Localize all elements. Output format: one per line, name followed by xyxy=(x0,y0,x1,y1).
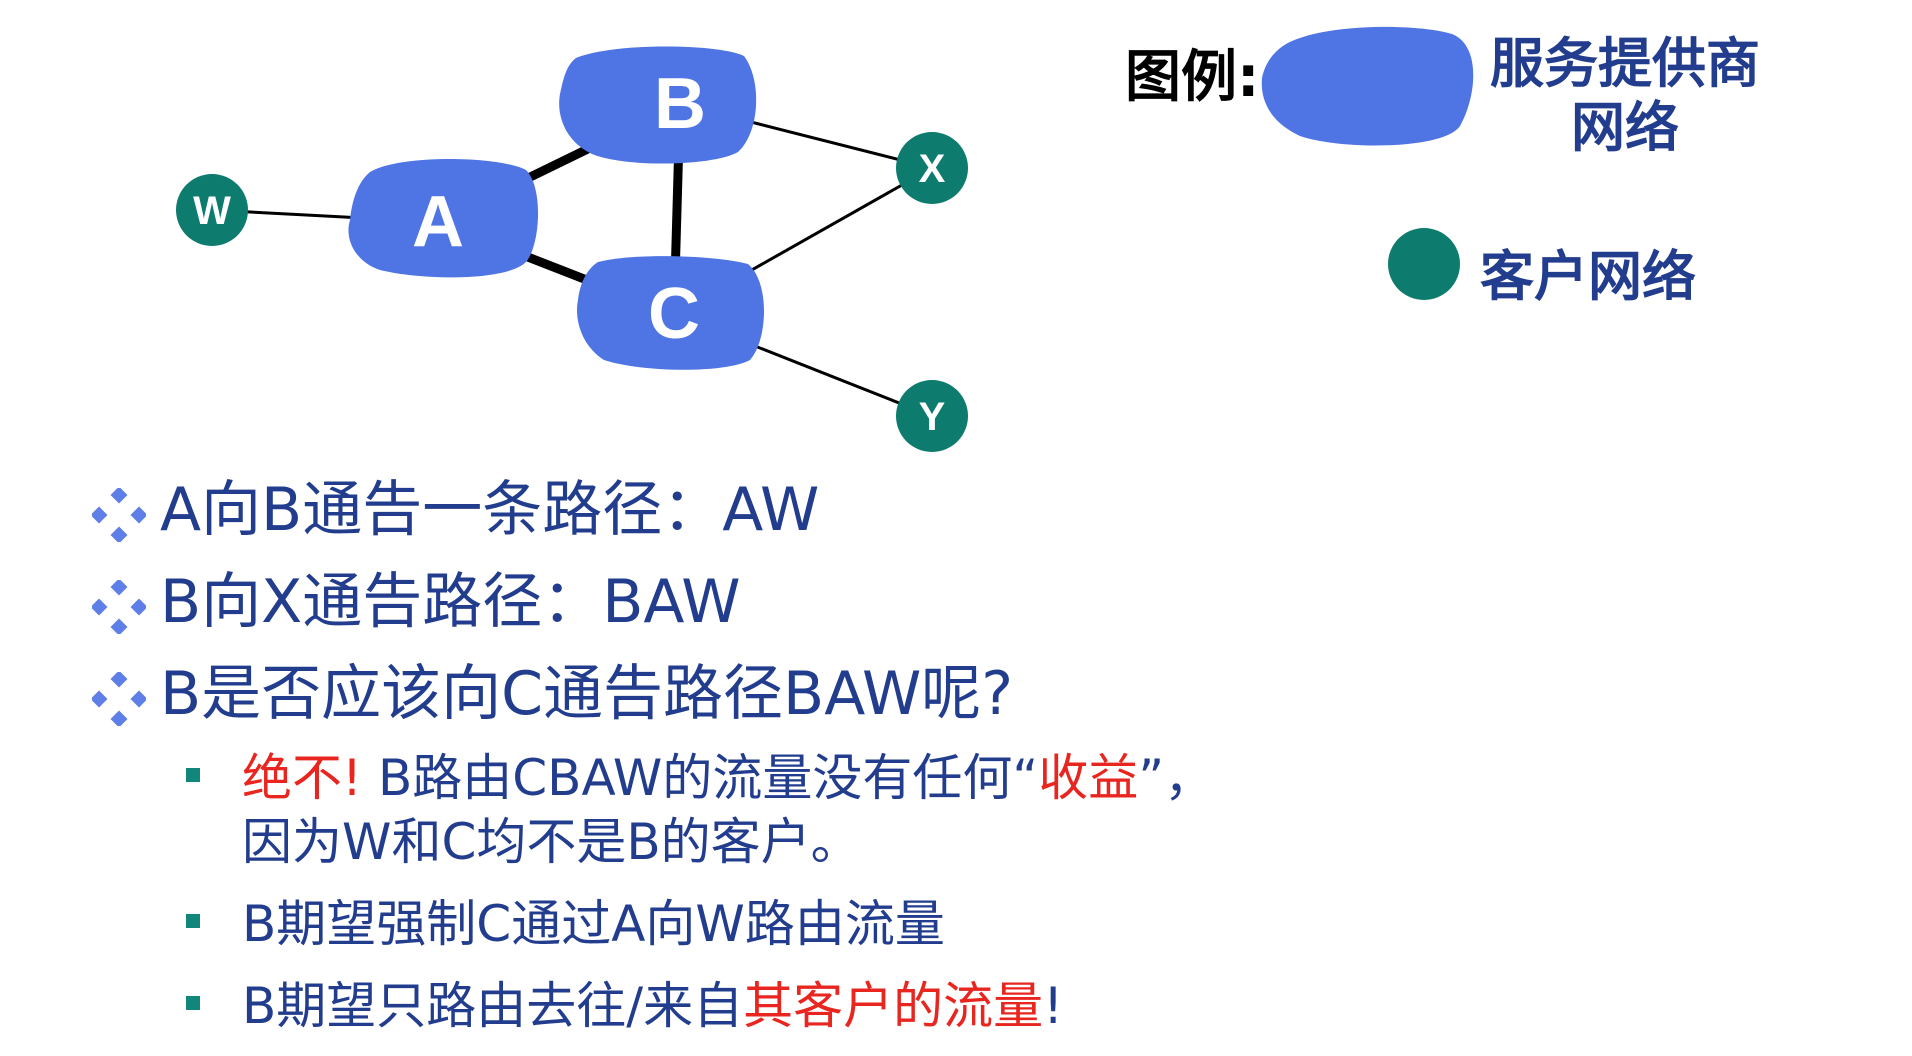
sub-bullet-line: B期望强制C通过A向W路由流量 xyxy=(242,892,1912,956)
text-run: B期望强制C通过A向W路由流量 xyxy=(242,895,945,953)
sub-bullet-item: 绝不! B路由CBAW的流量没有任何“收益”， 因为W和C均不是B的客户。 xyxy=(186,746,1912,874)
bullet-item: B向X通告路径：BAW xyxy=(92,562,1912,654)
provider-label: C xyxy=(648,274,700,354)
sub-bullet-item: B期望只路由去往/来自其客户的流量! xyxy=(186,974,1912,1038)
text-run: 因为W和C均不是B的客户。 xyxy=(242,813,861,871)
customers-layer: W X Y xyxy=(176,132,968,452)
square-bullet-icon xyxy=(186,768,200,782)
provider-label: A xyxy=(412,182,464,262)
bullet-text: A向B通告一条路径：AW xyxy=(160,475,820,545)
providers-layer: A B C xyxy=(348,46,764,370)
provider-network-A: A xyxy=(348,159,539,278)
bullet-text: B向X通告路径：BAW xyxy=(160,567,741,637)
provider-label: B xyxy=(654,64,706,144)
legend-title: 图例: xyxy=(1125,45,1260,110)
bullet-text: B是否应该向C通告路径BAW呢? xyxy=(160,659,1014,729)
diamond-bullet-icon xyxy=(92,580,146,634)
sub-bullet-list: 绝不! B路由CBAW的流量没有任何“收益”， 因为W和C均不是B的客户。 B期望强… xyxy=(186,746,1912,1038)
provider-network-C: C xyxy=(577,256,764,370)
legend-provider-shape xyxy=(1261,26,1474,146)
bullet-list: A向B通告一条路径：AW B向X通告路径：BAW B是否应该向C通告路径BAW呢… xyxy=(92,470,1912,1056)
legend-customer-label: 客户网络 xyxy=(1480,245,1696,308)
text-run: B期望只路由去往/来自 xyxy=(242,977,744,1035)
legend-shapes xyxy=(1261,26,1474,300)
text-run: ”， xyxy=(1138,749,1215,807)
square-bullet-icon xyxy=(186,914,200,928)
sub-bullet-line: B期望只路由去往/来自其客户的流量! xyxy=(242,974,1912,1038)
diamond-bullet-icon xyxy=(92,488,146,542)
provider-network-B: B xyxy=(559,46,757,164)
text-run: 绝不! xyxy=(242,749,378,807)
customer-network-X: X xyxy=(896,132,968,204)
text-run: 其客户的流量 xyxy=(743,977,1044,1035)
legend-provider-label: 服务提供商网络 xyxy=(1490,32,1760,159)
text-run: B路由CBAW的流量没有任何“ xyxy=(377,749,1039,807)
sub-bullet-line: 绝不! B路由CBAW的流量没有任何“收益”， xyxy=(242,746,1912,810)
diamond-bullet-icon xyxy=(92,672,146,726)
bullet-item: B是否应该向C通告路径BAW呢? xyxy=(92,654,1912,746)
text-run: ! xyxy=(1043,977,1064,1035)
customer-label: X xyxy=(919,147,946,191)
sub-bullet-item: B期望强制C通过A向W路由流量 xyxy=(186,892,1912,956)
square-bullet-icon xyxy=(186,996,200,1010)
legend-customer-shape xyxy=(1388,228,1460,300)
links-layer xyxy=(211,99,933,418)
sub-bullet-line: 因为W和C均不是B的客户。 xyxy=(242,810,1912,874)
text-run: 收益 xyxy=(1038,749,1139,807)
customer-network-Y: Y xyxy=(896,380,968,452)
customer-label: Y xyxy=(919,395,946,439)
customer-network-W: W xyxy=(176,174,248,246)
customer-label: W xyxy=(193,189,231,233)
bullet-item: A向B通告一条路径：AW xyxy=(92,470,1912,562)
